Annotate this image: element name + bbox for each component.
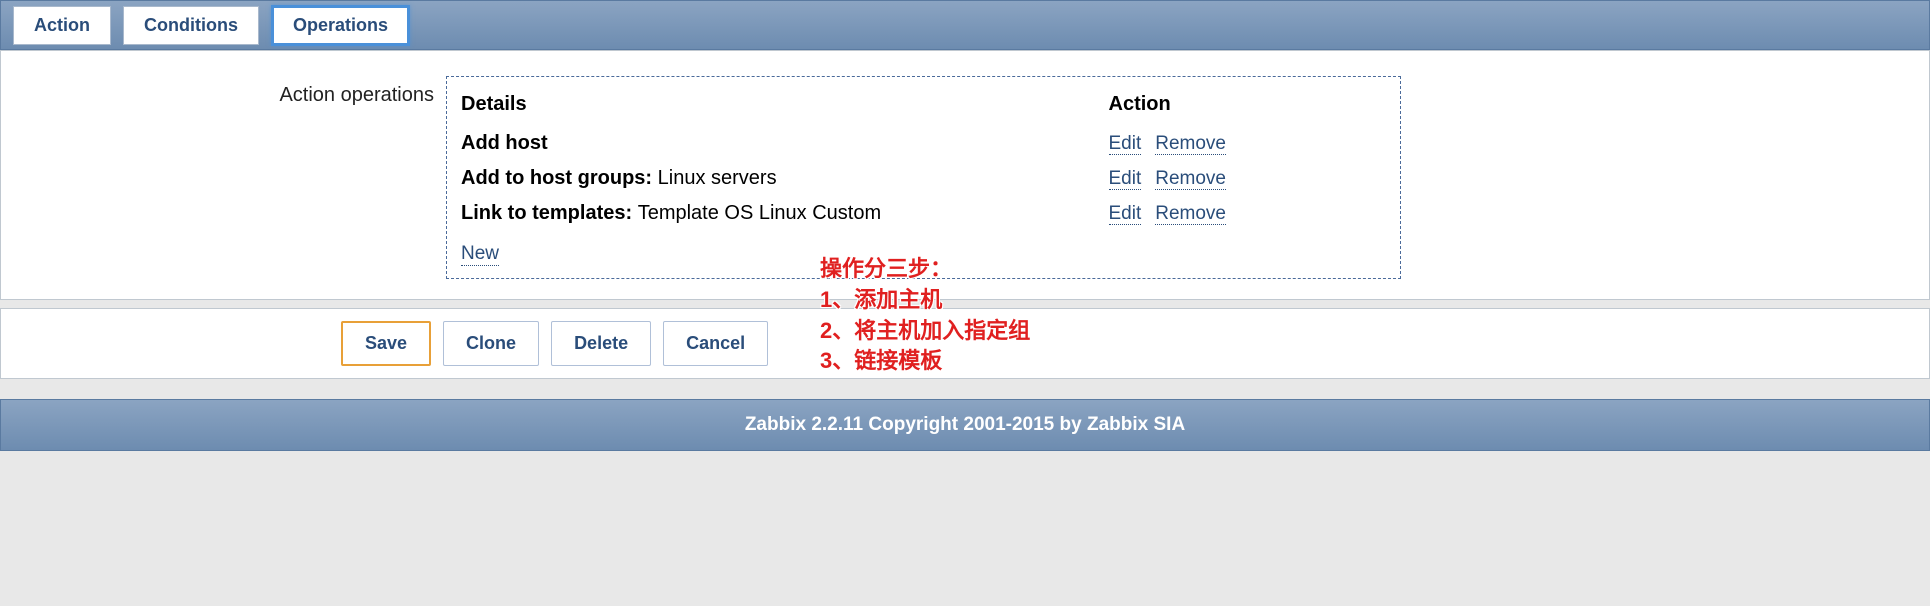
- op-detail: Add to host groups: Linux servers: [461, 161, 1109, 196]
- tab-conditions[interactable]: Conditions: [123, 6, 259, 45]
- op-detail: Link to templates: Template OS Linux Cus…: [461, 196, 1109, 231]
- op-actions: Edit Remove: [1109, 126, 1387, 161]
- footer: Zabbix 2.2.11 Copyright 2001-2015 by Zab…: [0, 399, 1930, 451]
- op-detail: Add host: [461, 126, 1109, 161]
- header-action: Action: [1109, 89, 1387, 126]
- op-value: Linux servers: [658, 167, 777, 189]
- remove-link[interactable]: Remove: [1155, 168, 1226, 190]
- edit-link[interactable]: Edit: [1109, 203, 1142, 225]
- table-row: Add to host groups: Linux servers Edit Re…: [461, 161, 1386, 196]
- op-actions: Edit Remove: [1109, 196, 1387, 231]
- remove-link[interactable]: Remove: [1155, 203, 1226, 225]
- clone-button[interactable]: Clone: [443, 321, 539, 366]
- tab-bar: Action Conditions Operations: [0, 0, 1930, 50]
- edit-link[interactable]: Edit: [1109, 133, 1142, 155]
- op-actions: Edit Remove: [1109, 161, 1387, 196]
- op-label: Add to host groups:: [461, 167, 658, 189]
- operations-table: Details Action Add host Edit Remove Add t…: [461, 89, 1386, 231]
- button-bar: Save Clone Delete Cancel: [0, 308, 1930, 379]
- form-row: Action operations Details Action Add hos…: [16, 76, 1914, 279]
- new-link[interactable]: New: [461, 243, 499, 266]
- form-label: Action operations: [16, 76, 446, 107]
- table-header-row: Details Action: [461, 89, 1386, 126]
- operations-box: Details Action Add host Edit Remove Add t…: [446, 76, 1401, 279]
- op-label: Link to templates:: [461, 202, 638, 224]
- table-row: Link to templates: Template OS Linux Cus…: [461, 196, 1386, 231]
- button-spacer: [16, 321, 341, 366]
- tab-action[interactable]: Action: [13, 6, 111, 45]
- content-panel: Action operations Details Action Add hos…: [0, 50, 1930, 300]
- remove-link[interactable]: Remove: [1155, 133, 1226, 155]
- op-value: Template OS Linux Custom: [638, 202, 881, 224]
- edit-link[interactable]: Edit: [1109, 168, 1142, 190]
- tab-operations[interactable]: Operations: [271, 5, 410, 46]
- save-button[interactable]: Save: [341, 321, 431, 366]
- header-details: Details: [461, 89, 1109, 126]
- cancel-button[interactable]: Cancel: [663, 321, 768, 366]
- table-row: Add host Edit Remove: [461, 126, 1386, 161]
- delete-button[interactable]: Delete: [551, 321, 651, 366]
- op-label: Add host: [461, 132, 548, 154]
